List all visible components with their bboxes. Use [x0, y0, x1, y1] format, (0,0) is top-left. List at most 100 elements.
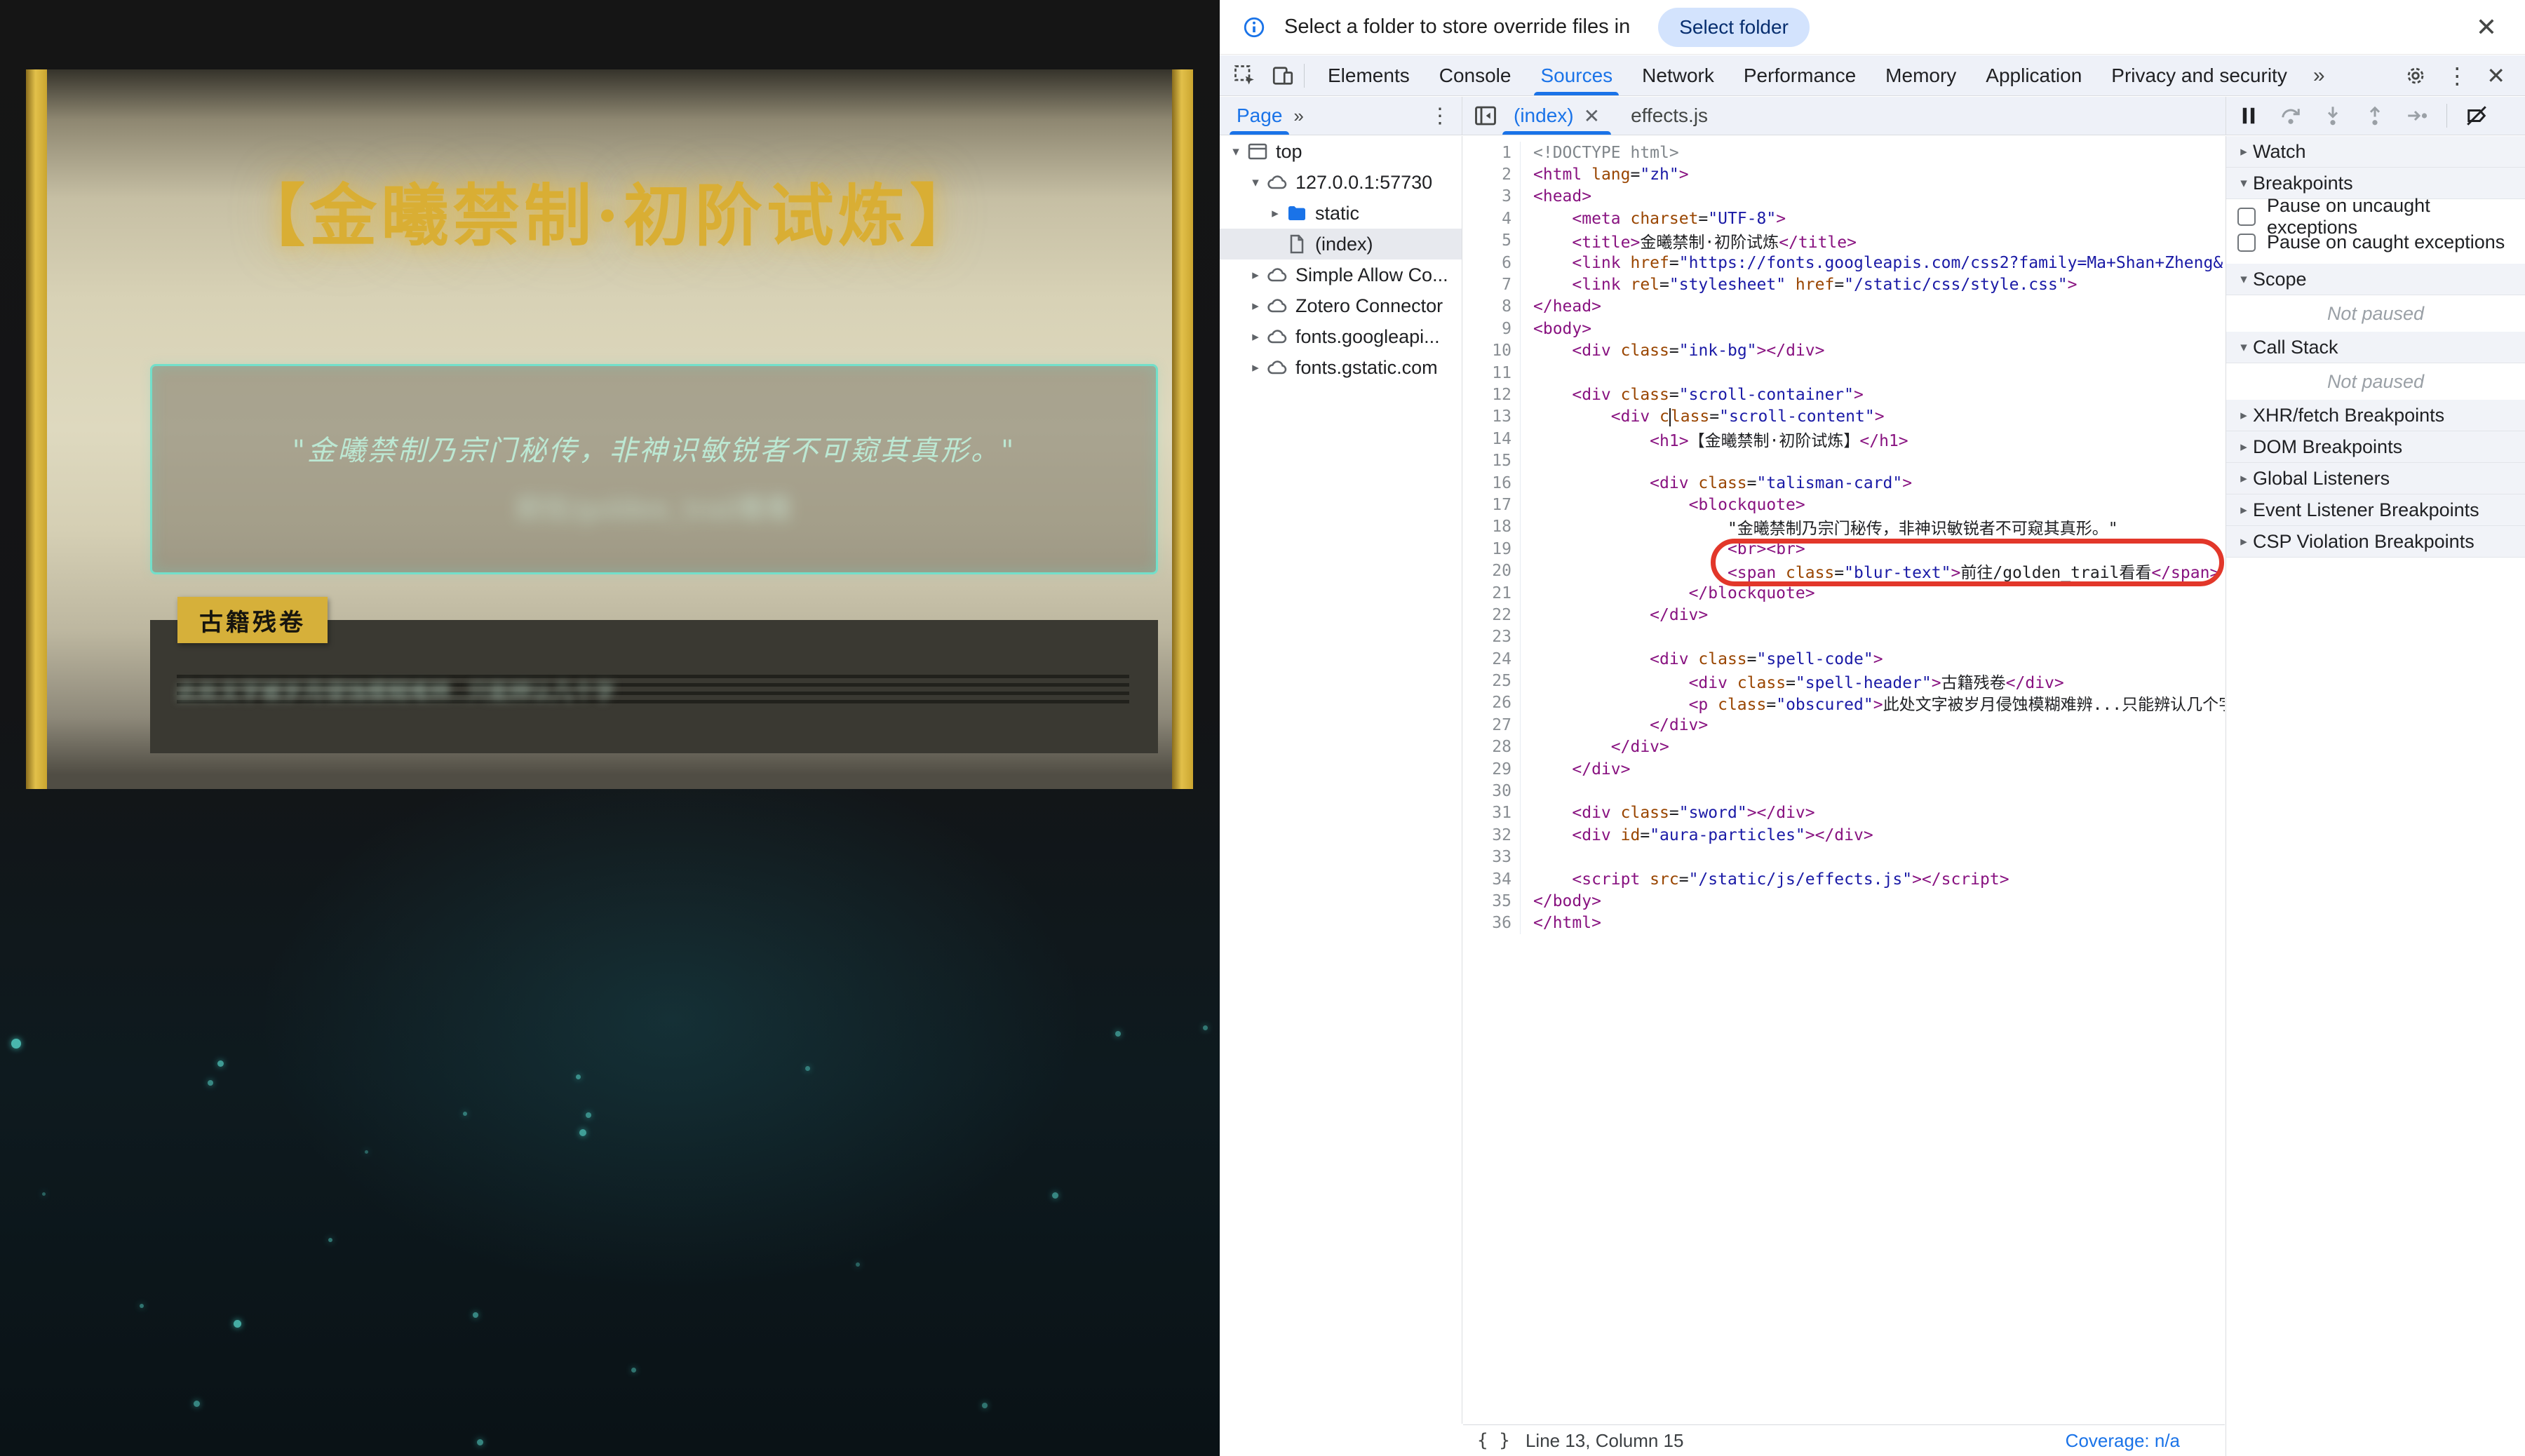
- line-number[interactable]: 7: [1463, 274, 1521, 295]
- tree-expand-arrow-icon[interactable]: ▸: [1246, 329, 1265, 345]
- code-line-36[interactable]: 36</html>: [1463, 912, 2225, 934]
- checkbox-row-pause-on-uncaught-exceptions[interactable]: Pause on uncaught exceptions: [2226, 203, 2525, 229]
- code-line-31[interactable]: 31 <div class="sword"></div>: [1463, 802, 2225, 824]
- file-tab-effects-js[interactable]: effects.js: [1615, 97, 1723, 135]
- tree-item-top[interactable]: ▾top: [1220, 136, 1462, 167]
- checkbox-row-pause-on-caught-exceptions[interactable]: Pause on caught exceptions: [2226, 229, 2525, 255]
- tab-application[interactable]: Application: [1971, 55, 2096, 95]
- line-number[interactable]: 8: [1463, 296, 1521, 318]
- sidebar-section-csp-violation-breakpoints[interactable]: ▸CSP Violation Breakpoints: [2226, 526, 2525, 558]
- line-number[interactable]: 22: [1463, 604, 1521, 626]
- section-expand-arrow-icon[interactable]: ▸: [2235, 502, 2253, 518]
- sidebar-section-event-listener-breakpoints[interactable]: ▸Event Listener Breakpoints: [2226, 494, 2525, 526]
- line-number[interactable]: 21: [1463, 582, 1521, 604]
- code-line-12[interactable]: 12 <div class="scroll-container">: [1463, 384, 2225, 405]
- line-number[interactable]: 20: [1463, 560, 1521, 581]
- code-line-34[interactable]: 34 <script src="/static/js/effects.js"><…: [1463, 868, 2225, 890]
- code-line-5[interactable]: 5 <title>金曦禁制·初阶试炼</title>: [1463, 230, 2225, 252]
- tab-elements[interactable]: Elements: [1313, 55, 1425, 95]
- line-number[interactable]: 6: [1463, 252, 1521, 274]
- code-line-22[interactable]: 22 </div>: [1463, 604, 2225, 626]
- code-line-23[interactable]: 23: [1463, 626, 2225, 648]
- tree-item-simple-allow-co-[interactable]: ▸Simple Allow Co...: [1220, 259, 1462, 290]
- line-number[interactable]: 5: [1463, 230, 1521, 252]
- section-expand-arrow-icon[interactable]: ▸: [2235, 144, 2253, 160]
- section-expand-arrow-icon[interactable]: ▾: [2235, 175, 2253, 191]
- tree-expand-arrow-icon[interactable]: ▸: [1246, 360, 1265, 376]
- tree-item-127-0-0-1-57730[interactable]: ▾127.0.0.1:57730: [1220, 167, 1462, 198]
- tab-console[interactable]: Console: [1425, 55, 1526, 95]
- line-number[interactable]: 27: [1463, 714, 1521, 736]
- code-line-10[interactable]: 10 <div class="ink-bg"></div>: [1463, 340, 2225, 362]
- line-number[interactable]: 2: [1463, 163, 1521, 185]
- tree-item--index-[interactable]: (index): [1220, 229, 1462, 259]
- code-line-8[interactable]: 8</head>: [1463, 296, 2225, 318]
- line-number[interactable]: 14: [1463, 428, 1521, 450]
- toggle-navigator-icon[interactable]: [1473, 103, 1498, 128]
- code-line-14[interactable]: 14 <h1>【金曦禁制·初阶试炼】</h1>: [1463, 428, 2225, 450]
- coverage-link[interactable]: Coverage: n/a: [2066, 1430, 2180, 1452]
- close-tab-icon[interactable]: ✕: [1584, 105, 1600, 128]
- code-line-9[interactable]: 9<body>: [1463, 318, 2225, 339]
- code-line-1[interactable]: 1<!DOCTYPE html>: [1463, 142, 2225, 163]
- line-number[interactable]: 18: [1463, 516, 1521, 538]
- code-line-20[interactable]: 20 <span class="blur-text">前往/golden_tra…: [1463, 560, 2225, 581]
- line-number[interactable]: 3: [1463, 186, 1521, 208]
- select-folder-button[interactable]: Select folder: [1658, 8, 1810, 47]
- tree-expand-arrow-icon[interactable]: ▸: [1246, 298, 1265, 314]
- tab-network[interactable]: Network: [1627, 55, 1729, 95]
- line-number[interactable]: 26: [1463, 692, 1521, 714]
- tab-privacy-and-security[interactable]: Privacy and security: [2096, 55, 2302, 95]
- code-line-26[interactable]: 26 <p class="obscured">此处文字被岁月侵蚀模糊难辨...只…: [1463, 692, 2225, 714]
- section-expand-arrow-icon[interactable]: ▸: [2235, 471, 2253, 487]
- code-line-19[interactable]: 19 <br><br>: [1463, 538, 2225, 560]
- tree-expand-arrow-icon[interactable]: ▾: [1227, 144, 1245, 160]
- deactivate-breakpoints-icon[interactable]: [2464, 103, 2489, 128]
- line-number[interactable]: 23: [1463, 626, 1521, 648]
- code-line-33[interactable]: 33: [1463, 847, 2225, 868]
- more-tabs-icon[interactable]: »: [2302, 64, 2336, 88]
- line-number[interactable]: 15: [1463, 450, 1521, 471]
- line-number[interactable]: 28: [1463, 736, 1521, 758]
- line-number[interactable]: 10: [1463, 340, 1521, 362]
- code-line-4[interactable]: 4 <meta charset="UTF-8">: [1463, 208, 2225, 229]
- code-line-11[interactable]: 11: [1463, 362, 2225, 384]
- tab-sources[interactable]: Sources: [1526, 55, 1627, 95]
- line-number[interactable]: 13: [1463, 406, 1521, 428]
- section-expand-arrow-icon[interactable]: ▸: [2235, 534, 2253, 550]
- code-line-17[interactable]: 17 <blockquote>: [1463, 494, 2225, 515]
- code-line-2[interactable]: 2<html lang="zh">: [1463, 163, 2225, 185]
- line-number[interactable]: 31: [1463, 802, 1521, 824]
- line-number[interactable]: 1: [1463, 142, 1521, 163]
- line-number[interactable]: 16: [1463, 472, 1521, 494]
- line-number[interactable]: 12: [1463, 384, 1521, 405]
- pause-icon[interactable]: [2236, 103, 2261, 128]
- line-number[interactable]: 4: [1463, 208, 1521, 229]
- line-number[interactable]: 30: [1463, 780, 1521, 802]
- tree-expand-arrow-icon[interactable]: ▾: [1246, 175, 1265, 191]
- code-line-7[interactable]: 7 <link rel="stylesheet" href="/static/c…: [1463, 274, 2225, 295]
- line-number[interactable]: 29: [1463, 758, 1521, 780]
- line-number[interactable]: 19: [1463, 538, 1521, 560]
- line-number[interactable]: 34: [1463, 868, 1521, 890]
- line-number[interactable]: 24: [1463, 648, 1521, 670]
- code-line-3[interactable]: 3<head>: [1463, 186, 2225, 208]
- line-number[interactable]: 9: [1463, 318, 1521, 339]
- code-line-6[interactable]: 6 <link href="https://fonts.googleapis.c…: [1463, 252, 2225, 274]
- navigator-kebab-icon[interactable]: ⋮: [1429, 104, 1450, 128]
- tab-performance[interactable]: Performance: [1729, 55, 1871, 95]
- code-line-32[interactable]: 32 <div id="aura-particles"></div>: [1463, 824, 2225, 846]
- sidebar-section-call-stack[interactable]: ▾Call Stack: [2226, 332, 2525, 363]
- section-expand-arrow-icon[interactable]: ▸: [2235, 439, 2253, 455]
- section-expand-arrow-icon[interactable]: ▾: [2235, 339, 2253, 356]
- sidebar-section-global-listeners[interactable]: ▸Global Listeners: [2226, 463, 2525, 494]
- sidebar-section-xhr-fetch-breakpoints[interactable]: ▸XHR/fetch Breakpoints: [2226, 400, 2525, 431]
- code-line-16[interactable]: 16 <div class="talisman-card">: [1463, 472, 2225, 494]
- checkbox-icon[interactable]: [2237, 208, 2256, 226]
- sidebar-section-dom-breakpoints[interactable]: ▸DOM Breakpoints: [2226, 431, 2525, 463]
- code-line-13[interactable]: 13 <div class="scroll-content">: [1463, 406, 2225, 428]
- code-line-30[interactable]: 30: [1463, 780, 2225, 802]
- section-expand-arrow-icon[interactable]: ▾: [2235, 271, 2253, 288]
- navigator-tab-page[interactable]: Page: [1230, 97, 1289, 135]
- navigator-more-tabs-icon[interactable]: »: [1293, 105, 1303, 127]
